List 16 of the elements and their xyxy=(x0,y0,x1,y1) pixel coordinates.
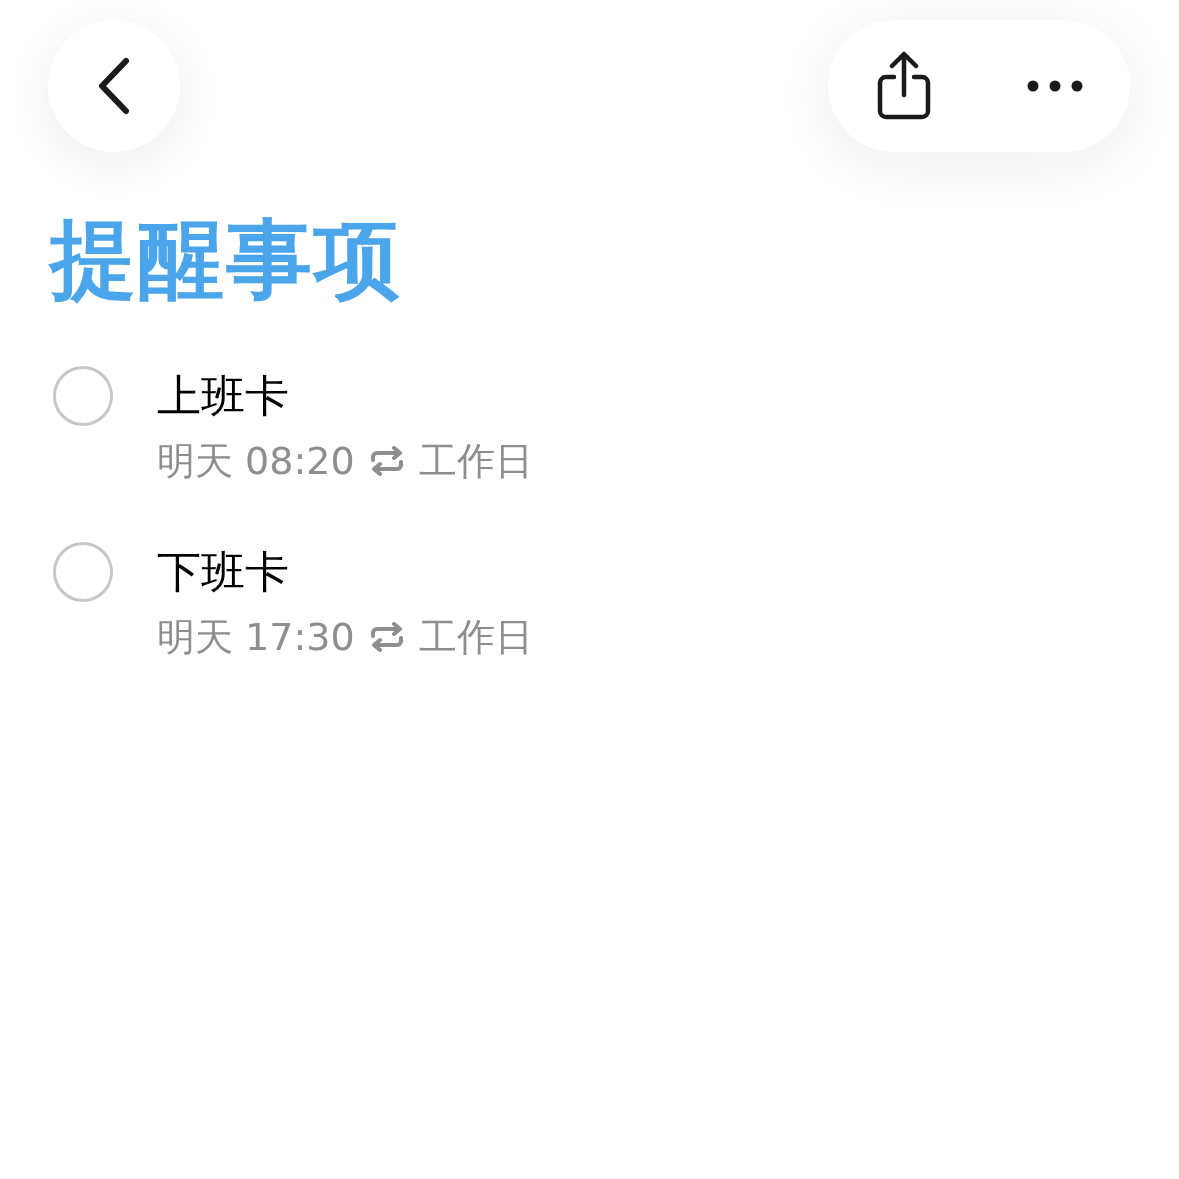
repeat-icon xyxy=(368,446,405,476)
reminder-time: 明天 17:30 xyxy=(157,614,355,660)
complete-checkbox[interactable] xyxy=(53,542,113,602)
repeat-label: 工作日 xyxy=(418,614,533,660)
page-title: 提醒事项 xyxy=(50,208,403,311)
repeat-label: 工作日 xyxy=(418,438,533,484)
more-icon xyxy=(1026,80,1083,92)
back-icon xyxy=(96,57,132,115)
reminder-title: 上班卡 xyxy=(157,370,290,422)
complete-checkbox[interactable] xyxy=(53,366,113,426)
reminder-time: 明天 08:20 xyxy=(157,438,355,484)
reminder-title: 下班卡 xyxy=(157,546,290,598)
repeat-icon xyxy=(368,622,405,652)
more-button[interactable] xyxy=(1026,80,1083,92)
share-icon xyxy=(875,51,932,121)
share-button[interactable] xyxy=(875,51,932,121)
